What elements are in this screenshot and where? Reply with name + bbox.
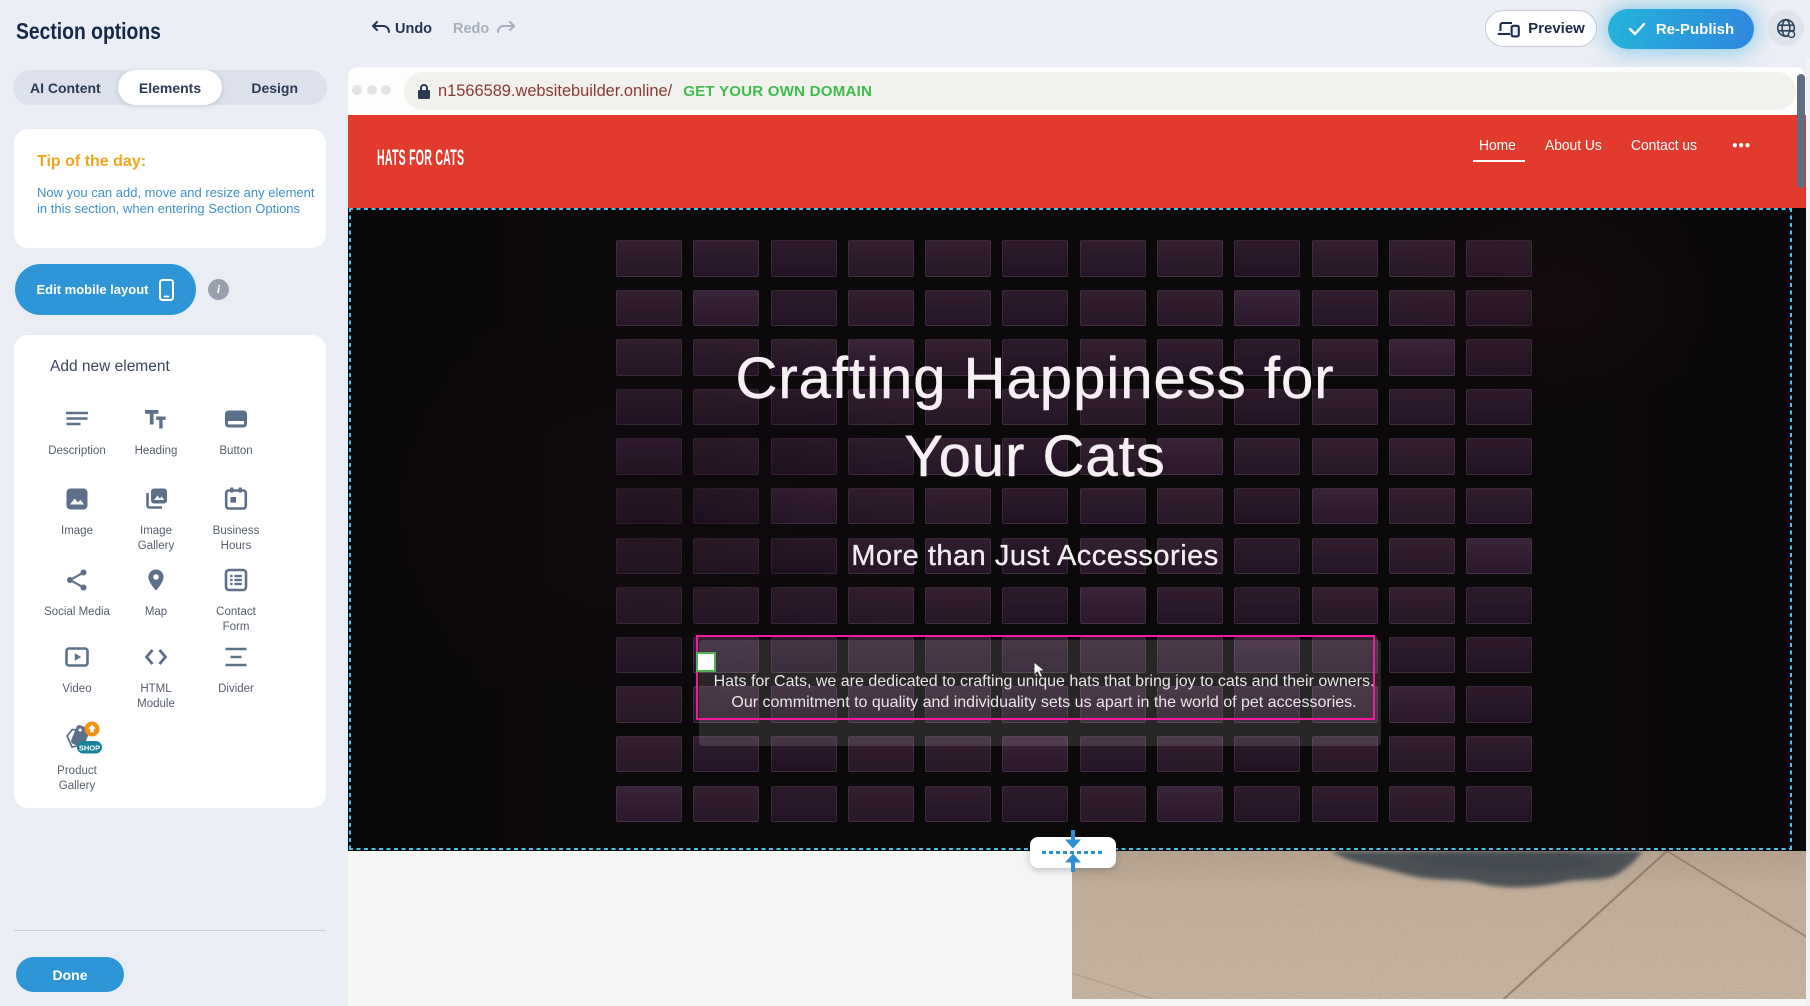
svg-text:SHOP: SHOP	[78, 744, 99, 753]
